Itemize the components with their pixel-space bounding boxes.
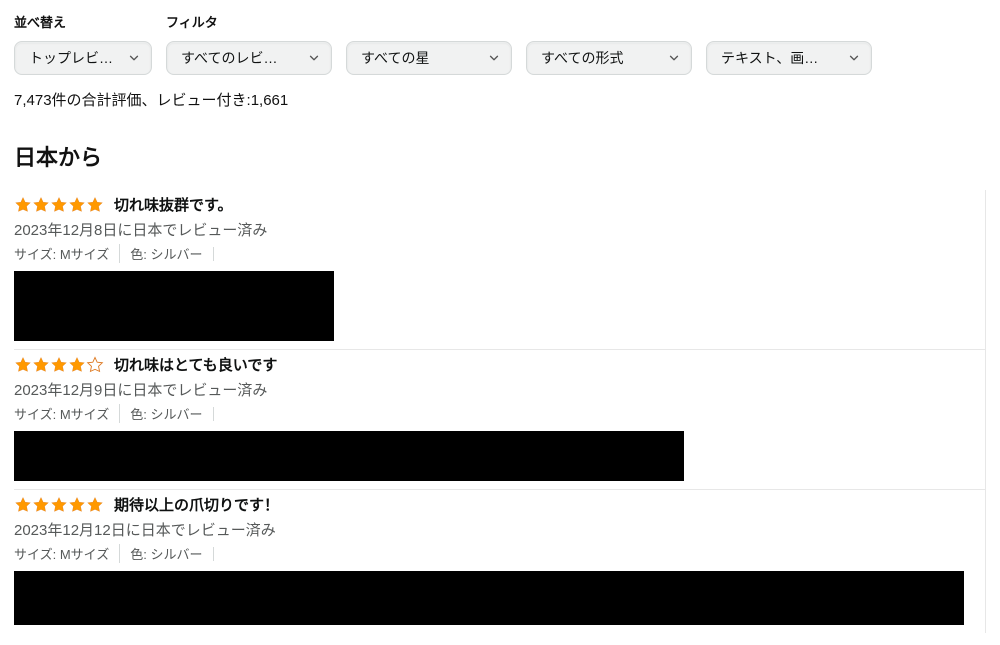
redacted-body [14,431,684,481]
review-attributes: サイズ: Mサイズ 色: シルバー [14,544,985,563]
filter-bar: 並べ替え トップレビ… フィルタ すべてのレビ… すべての星 すべての形式 テキ… [14,12,986,75]
star-full-icon [68,496,86,514]
review-attr-color: 色: シルバー [119,404,212,423]
media-dropdown[interactable]: テキスト、画… [706,41,872,75]
reviewer-dropdown[interactable]: すべてのレビ… [166,41,332,75]
media-dropdown-text: テキスト、画… [721,48,847,68]
star-empty-icon [86,356,104,374]
review-title-link[interactable]: 切れ味はとても良いです [114,354,277,375]
star-full-icon [50,496,68,514]
rating-stars [14,196,104,214]
filter-label: フィルタ [166,12,332,31]
review-item: 期待以上の爪切りです！ 2023年12月12日に日本でレビュー済み サイズ: M… [14,490,986,633]
review-date: 2023年12月9日に日本でレビュー済み [14,379,985,400]
star-column: すべての星 [346,41,512,75]
review-attr-size: サイズ: Mサイズ [14,544,119,563]
rating-stars [14,356,104,374]
review-attributes: サイズ: Mサイズ 色: シルバー [14,244,985,263]
filter-column: フィルタ すべてのレビ… [166,12,332,75]
review-title-link[interactable]: 切れ味抜群です。 [114,194,233,215]
review-attr-color: 色: シルバー [119,544,212,563]
star-full-icon [68,196,86,214]
redacted-body [14,571,964,625]
star-full-icon [86,196,104,214]
redacted-body [14,271,334,341]
attr-divider [213,407,224,421]
review-date: 2023年12月8日に日本でレビュー済み [14,219,985,240]
star-dropdown[interactable]: すべての星 [346,41,512,75]
star-full-icon [32,196,50,214]
review-title-link[interactable]: 期待以上の爪切りです！ [114,494,279,515]
review-attr-color: 色: シルバー [119,244,212,263]
sort-label: 並べ替え [14,12,152,31]
format-column: すべての形式 [526,41,692,75]
star-full-icon [68,356,86,374]
sort-dropdown-text: トップレビ… [29,48,127,68]
format-dropdown[interactable]: すべての形式 [526,41,692,75]
star-full-icon [86,496,104,514]
chevron-down-icon [127,51,141,65]
sort-dropdown[interactable]: トップレビ… [14,41,152,75]
star-full-icon [50,196,68,214]
media-column: テキスト、画… [706,41,872,75]
review-date: 2023年12月12日に日本でレビュー済み [14,519,985,540]
review-attr-size: サイズ: Mサイズ [14,244,119,263]
star-dropdown-text: すべての星 [361,48,487,68]
star-full-icon [14,196,32,214]
format-dropdown-text: すべての形式 [541,48,667,68]
star-full-icon [14,496,32,514]
star-full-icon [32,496,50,514]
rating-stars [14,496,104,514]
star-full-icon [50,356,68,374]
attr-divider [213,247,224,261]
review-attributes: サイズ: Mサイズ 色: シルバー [14,404,985,423]
section-title: 日本から [14,140,986,172]
ratings-summary: 7,473件の合計評価、レビュー付き:1,661 [14,89,986,110]
chevron-down-icon [307,51,321,65]
review-attr-size: サイズ: Mサイズ [14,404,119,423]
reviewer-dropdown-text: すべてのレビ… [181,48,307,68]
attr-divider [213,547,224,561]
chevron-down-icon [487,51,501,65]
star-full-icon [14,356,32,374]
chevron-down-icon [847,51,861,65]
chevron-down-icon [667,51,681,65]
review-item: 切れ味はとても良いです 2023年12月9日に日本でレビュー済み サイズ: Mサ… [14,350,986,490]
reviews-list: 切れ味抜群です。 2023年12月8日に日本でレビュー済み サイズ: Mサイズ … [14,190,986,633]
star-full-icon [32,356,50,374]
review-item: 切れ味抜群です。 2023年12月8日に日本でレビュー済み サイズ: Mサイズ … [14,190,986,350]
sort-column: 並べ替え トップレビ… [14,12,152,75]
